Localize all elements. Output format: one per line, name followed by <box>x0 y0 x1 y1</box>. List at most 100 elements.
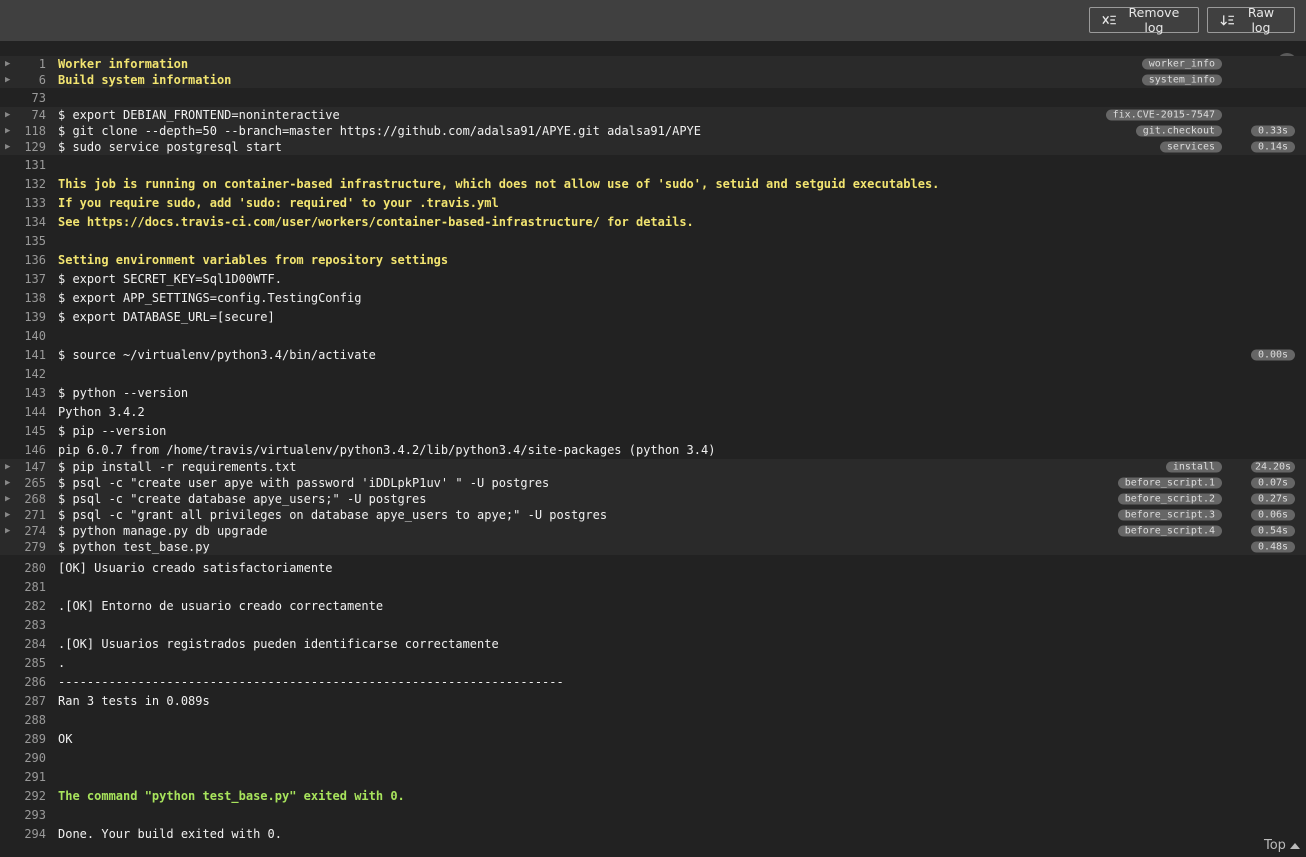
line-number[interactable]: 134 <box>0 212 46 231</box>
line-number[interactable]: 274 <box>0 523 46 539</box>
log-line: 140 <box>0 326 1306 345</box>
remove-log-button[interactable]: Remove log <box>1089 5 1199 35</box>
line-number[interactable]: 294 <box>0 824 46 843</box>
log-text: $ source ~/virtualenv/python3.4/bin/acti… <box>58 347 376 362</box>
line-number[interactable]: 74 <box>0 107 46 123</box>
log-text: ----------------------------------------… <box>58 674 564 689</box>
line-number[interactable]: 283 <box>0 615 46 634</box>
duration-badge: 0.14s <box>1251 141 1295 153</box>
line-number[interactable]: 290 <box>0 748 46 767</box>
duration-badge: 0.48s <box>1251 541 1295 553</box>
log-text: $ pip install -r requirements.txt <box>58 460 297 474</box>
log-line: 134 See https://docs.travis-ci.com/user/w… <box>0 212 1306 231</box>
line-number[interactable]: 280 <box>0 558 46 577</box>
log-line: 143 $ python --version <box>0 383 1306 402</box>
log-text: Done. Your build exited with 0. <box>58 826 282 841</box>
line-number[interactable]: 132 <box>0 174 46 193</box>
line-number[interactable]: 129 <box>0 139 46 155</box>
log-fold-row[interactable]: ▶ 271 $ psql -c "grant all privileges on d… <box>0 507 1306 523</box>
log-text: Python 3.4.2 <box>58 404 145 419</box>
line-number[interactable]: 131 <box>0 155 46 174</box>
log-line: 145 $ pip --version <box>0 421 1306 440</box>
line-number[interactable]: 284 <box>0 634 46 653</box>
duration-badge: 0.33s <box>1251 125 1295 137</box>
log-fold-row[interactable]: ▶ 74 $ export DEBIAN_FRONTEND=noninteracti… <box>0 107 1306 123</box>
line-number[interactable]: 73 <box>0 88 46 107</box>
raw-log-icon <box>1220 14 1235 26</box>
duration-badge: 0.27s <box>1251 493 1295 505</box>
log-fold-row[interactable]: ▶ 129 $ sudo service postgresql start servi… <box>0 139 1306 155</box>
line-number[interactable]: 279 <box>0 539 46 555</box>
line-number[interactable]: 288 <box>0 710 46 729</box>
log-line: 146 pip 6.0.7 from /home/travis/virtualen… <box>0 440 1306 459</box>
log-fold-row[interactable]: ▶ 274 $ python manage.py db upgrade before_… <box>0 523 1306 539</box>
line-number[interactable]: 140 <box>0 326 46 345</box>
fold-tag-badge: worker_info <box>1141 58 1222 70</box>
log-text: If you require sudo, add 'sudo: required… <box>58 195 499 210</box>
log-line: 133 If you require sudo, add 'sudo: requi… <box>0 193 1306 212</box>
log-fold-row[interactable]: ▶ 1 Worker information worker_info <box>0 56 1306 72</box>
log-line: 283 <box>0 615 1306 634</box>
line-number[interactable]: 289 <box>0 729 46 748</box>
log-text: Worker information <box>58 57 189 71</box>
log-text: [OK] Usuario creado satisfactoriamente <box>58 560 333 575</box>
log-text: Setting environment variables from repos… <box>58 252 449 267</box>
line-number[interactable]: 265 <box>0 475 46 491</box>
log-line: 138 $ export APP_SETTINGS=config.TestingC… <box>0 288 1306 307</box>
line-number[interactable]: 146 <box>0 440 46 459</box>
log-text: $ git clone --depth=50 --branch=master h… <box>58 124 701 138</box>
line-number[interactable]: 144 <box>0 402 46 421</box>
log-fold-row[interactable]: ▶ 6 Build system information system_info <box>0 72 1306 88</box>
fold-tag-badge: before_script.3 <box>1117 509 1222 521</box>
remove-log-icon <box>1102 15 1116 25</box>
line-number[interactable]: 145 <box>0 421 46 440</box>
line-number[interactable]: 135 <box>0 231 46 250</box>
log-text: $ psql -c "grant all privileges on datab… <box>58 508 608 522</box>
duration-badge: 0.54s <box>1251 525 1295 537</box>
line-number[interactable]: 147 <box>0 459 46 475</box>
log-text: See https://docs.travis-ci.com/user/work… <box>58 214 694 229</box>
line-number[interactable]: 282 <box>0 596 46 615</box>
line-number[interactable]: 287 <box>0 691 46 710</box>
line-number[interactable]: 143 <box>0 383 46 402</box>
log-fold-row[interactable]: ▶ 265 $ psql -c "create user apye with pas… <box>0 475 1306 491</box>
log-text: $ export SECRET_KEY=Sql1D00WTF. <box>58 271 282 286</box>
line-number[interactable]: 268 <box>0 491 46 507</box>
log-text: $ sudo service postgresql start <box>58 140 282 154</box>
fold-tag-badge: git.checkout <box>1135 125 1222 137</box>
log-text: The command "python test_base.py" exited… <box>58 788 405 803</box>
line-number[interactable]: 141 <box>0 345 46 364</box>
line-number[interactable]: 286 <box>0 672 46 691</box>
log-toolbar: Remove log Raw log <box>0 0 1306 41</box>
scroll-to-top-link[interactable]: Top <box>1264 838 1300 853</box>
log-text: $ python test_base.py <box>58 540 210 554</box>
line-number[interactable]: 292 <box>0 786 46 805</box>
line-number[interactable]: 1 <box>0 56 46 72</box>
line-number[interactable]: 136 <box>0 250 46 269</box>
log-fold-row[interactable]: ▶ 118 $ git clone --depth=50 --branch=mast… <box>0 123 1306 139</box>
line-number[interactable]: 139 <box>0 307 46 326</box>
log-text: $ python manage.py db upgrade <box>58 524 268 538</box>
line-number[interactable]: 291 <box>0 767 46 786</box>
log-fold-row[interactable]: ▶ 268 $ psql -c "create database apye_user… <box>0 491 1306 507</box>
line-number[interactable]: 142 <box>0 364 46 383</box>
line-number[interactable]: 271 <box>0 507 46 523</box>
line-number[interactable]: 138 <box>0 288 46 307</box>
line-number[interactable]: 281 <box>0 577 46 596</box>
log-line: 293 <box>0 805 1306 824</box>
line-number[interactable]: 133 <box>0 193 46 212</box>
line-number[interactable]: 118 <box>0 123 46 139</box>
log-text: . <box>58 655 66 670</box>
raw-log-button[interactable]: Raw log <box>1207 5 1295 35</box>
line-number[interactable]: 293 <box>0 805 46 824</box>
line-number[interactable]: 137 <box>0 269 46 288</box>
line-number[interactable]: 285 <box>0 653 46 672</box>
line-number[interactable]: 6 <box>0 72 46 88</box>
log-text: .[OK] Usuarios registrados pueden identi… <box>58 636 499 651</box>
log-text: $ export DATABASE_URL=[secure] <box>58 309 275 324</box>
fold-tag-badge: install <box>1165 461 1222 473</box>
log-text: $ psql -c "create user apye with passwor… <box>58 476 550 490</box>
log-fold-row[interactable]: ▶ 147 $ pip install -r requirements.txt ins… <box>0 459 1306 475</box>
caret-up-icon <box>1289 842 1300 849</box>
log-line: 287 Ran 3 tests in 0.089s <box>0 691 1306 710</box>
